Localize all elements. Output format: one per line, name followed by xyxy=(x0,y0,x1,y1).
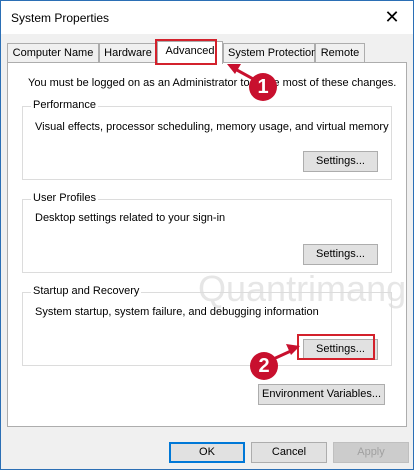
startup-recovery-group: Startup and Recovery System startup, sys… xyxy=(22,285,392,366)
performance-settings-button[interactable]: Settings... xyxy=(303,151,378,172)
tab-computer-name[interactable]: Computer Name xyxy=(7,43,99,63)
admin-note: You must be logged on as an Administrato… xyxy=(28,77,397,89)
performance-group: Performance Visual effects, processor sc… xyxy=(22,99,392,180)
performance-label: Performance xyxy=(31,99,98,111)
ok-button[interactable]: OK xyxy=(169,442,245,463)
tab-strip: Computer Name Hardware Advanced System P… xyxy=(7,41,407,64)
title-bar[interactable]: System Properties ✕ xyxy=(1,1,413,34)
user-profiles-group: User Profiles Desktop settings related t… xyxy=(22,192,392,273)
system-properties-window: System Properties ✕ Computer Name Hardwa… xyxy=(0,0,414,470)
apply-button[interactable]: Apply xyxy=(333,442,409,463)
startup-recovery-label: Startup and Recovery xyxy=(31,285,142,297)
user-profiles-label: User Profiles xyxy=(31,192,98,204)
environment-variables-button[interactable]: Environment Variables... xyxy=(258,384,385,405)
cancel-button[interactable]: Cancel xyxy=(251,442,327,463)
step-2-badge: 2 xyxy=(250,352,278,380)
step-1-badge: 1 xyxy=(249,73,277,101)
advanced-tab-panel: Quantrimang You must be logged on as an … xyxy=(7,62,407,427)
tab-remote[interactable]: Remote xyxy=(315,43,365,63)
startup-recovery-settings-button[interactable]: Settings... xyxy=(303,339,378,360)
startup-recovery-description: System startup, system failure, and debu… xyxy=(35,306,319,318)
window-title: System Properties xyxy=(11,11,110,25)
tab-hardware[interactable]: Hardware xyxy=(99,43,157,63)
user-profiles-settings-button[interactable]: Settings... xyxy=(303,244,378,265)
performance-description: Visual effects, processor scheduling, me… xyxy=(35,121,389,133)
tab-system-protection[interactable]: System Protection xyxy=(223,43,317,63)
close-icon[interactable]: ✕ xyxy=(381,7,403,29)
user-profiles-description: Desktop settings related to your sign-in xyxy=(35,212,226,224)
tab-advanced[interactable]: Advanced xyxy=(157,41,223,64)
